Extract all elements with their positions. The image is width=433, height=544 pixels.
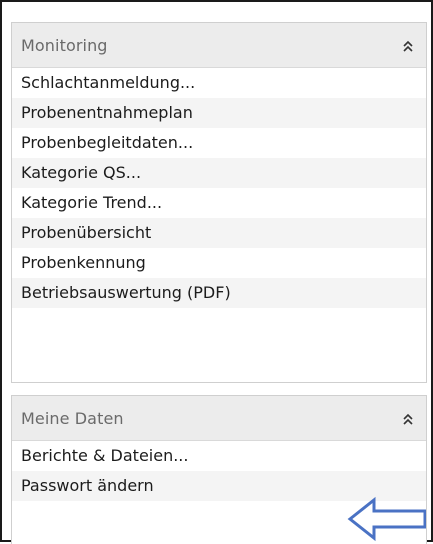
- menu-item-probenkennung[interactable]: Probenkennung: [12, 248, 426, 278]
- double-chevron-up-icon[interactable]: [402, 40, 414, 54]
- monitoring-panel: Monitoring Schlachtanmeldung... Probenen…: [11, 22, 427, 383]
- screenshot-frame: Monitoring Schlachtanmeldung... Probenen…: [0, 0, 433, 544]
- menu-item-probenuebersicht[interactable]: Probenübersicht: [12, 218, 426, 248]
- meine-daten-panel-title: Meine Daten: [21, 409, 124, 428]
- menu-item-betriebsauswertung[interactable]: Betriebsauswertung (PDF): [12, 278, 426, 308]
- menu-item-kategorie-qs[interactable]: Kategorie QS...: [12, 158, 426, 188]
- menu-item-berichte-dateien[interactable]: Berichte & Dateien...: [12, 441, 426, 471]
- monitoring-panel-title: Monitoring: [21, 36, 108, 55]
- menu-item-probenentnahmeplan[interactable]: Probenentnahmeplan: [12, 98, 426, 128]
- menu-item-kategorie-trend[interactable]: Kategorie Trend...: [12, 188, 426, 218]
- meine-daten-panel-header[interactable]: Meine Daten: [12, 396, 426, 441]
- monitoring-panel-header[interactable]: Monitoring: [12, 23, 426, 68]
- double-chevron-up-icon[interactable]: [402, 413, 414, 427]
- menu-item-probenbegleitdaten[interactable]: Probenbegleitdaten...: [12, 128, 426, 158]
- menu-item-schlachtanmeldung[interactable]: Schlachtanmeldung...: [12, 68, 426, 98]
- arrow-left-icon: [347, 496, 426, 542]
